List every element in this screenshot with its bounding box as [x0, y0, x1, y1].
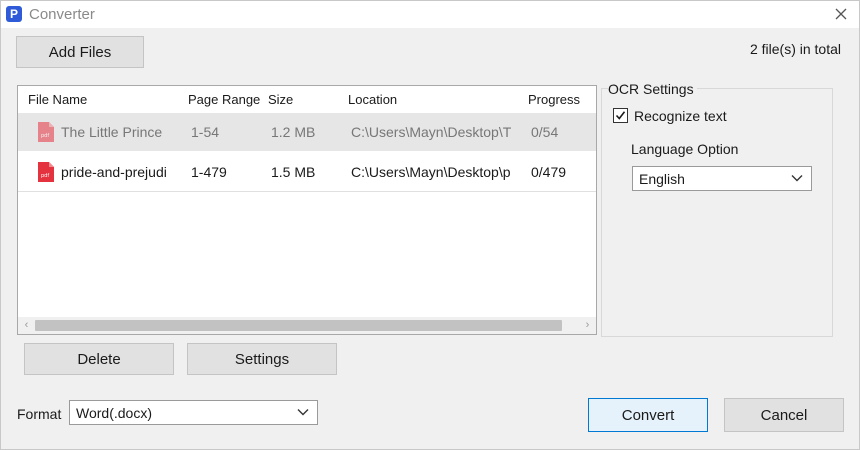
ocr-settings-group — [601, 88, 833, 337]
file-size: 1.2 MB — [271, 124, 316, 140]
window-title: Converter — [29, 6, 95, 23]
close-icon — [835, 8, 847, 20]
scroll-right-arrow-icon[interactable]: › — [579, 317, 596, 334]
ocr-settings-title: OCR Settings — [608, 81, 697, 97]
recognize-text-label[interactable]: Recognize text — [634, 108, 727, 124]
column-size[interactable]: Size — [268, 92, 293, 107]
app-logo-icon: P — [6, 6, 22, 22]
language-select[interactable]: English — [632, 166, 812, 191]
close-button[interactable] — [831, 3, 851, 25]
converter-window: P Converter Add Files 2 file(s) in total… — [0, 0, 860, 450]
file-name: pride-and-prejudi — [61, 164, 167, 180]
chevron-down-icon — [791, 175, 803, 182]
file-row-pride-and-prejudice[interactable]: pdf pride-and-prejudi 1-479 1.5 MB C:\Us… — [18, 153, 596, 192]
format-select-value: Word(.docx) — [76, 405, 152, 421]
page-range: 1-54 — [191, 124, 220, 140]
file-count-label: 2 file(s) in total — [749, 41, 841, 57]
recognize-text-checkbox[interactable] — [613, 108, 628, 123]
column-progress[interactable]: Progress — [528, 92, 580, 107]
svg-text:pdf: pdf — [41, 173, 49, 179]
column-page-range[interactable]: Page Range — [188, 92, 260, 107]
file-name: The Little Prince — [61, 124, 163, 140]
column-file-name[interactable]: File Name — [28, 92, 87, 107]
file-list-header: File Name Page Range Size Location Progr… — [18, 86, 596, 112]
page-range: 1-479 — [191, 164, 227, 180]
language-option-label: Language Option — [631, 141, 739, 157]
delete-button[interactable]: Delete — [24, 343, 174, 375]
svg-text:pdf: pdf — [41, 133, 49, 139]
file-list[interactable]: File Name Page Range Size Location Progr… — [17, 85, 597, 335]
settings-button[interactable]: Settings — [187, 343, 337, 375]
column-location[interactable]: Location — [348, 92, 397, 107]
file-location: C:\Users\Mayn\Desktop\p — [351, 164, 511, 180]
format-select[interactable]: Word(.docx) — [69, 400, 318, 425]
scrollbar-thumb[interactable] — [35, 320, 562, 331]
pdf-file-icon: pdf — [38, 122, 54, 142]
chevron-down-icon — [297, 409, 309, 416]
checkmark-icon — [615, 111, 626, 120]
add-files-button[interactable]: Add Files — [16, 36, 144, 68]
language-select-value: English — [639, 171, 685, 187]
horizontal-scrollbar[interactable]: ‹ › — [18, 317, 596, 334]
cancel-button[interactable]: Cancel — [724, 398, 844, 432]
pdf-file-icon: pdf — [38, 162, 54, 182]
file-progress: 0/479 — [531, 164, 567, 180]
scroll-left-arrow-icon[interactable]: ‹ — [18, 317, 35, 334]
file-progress: 0/54 — [531, 124, 559, 140]
title-bar: P Converter — [1, 1, 859, 28]
file-size: 1.5 MB — [271, 164, 316, 180]
file-location: C:\Users\Mayn\Desktop\T — [351, 124, 512, 140]
file-row-little-prince[interactable]: pdf The Little Prince 1-54 1.2 MB C:\Use… — [18, 113, 596, 151]
format-label: Format — [17, 406, 62, 422]
convert-button[interactable]: Convert — [588, 398, 708, 432]
